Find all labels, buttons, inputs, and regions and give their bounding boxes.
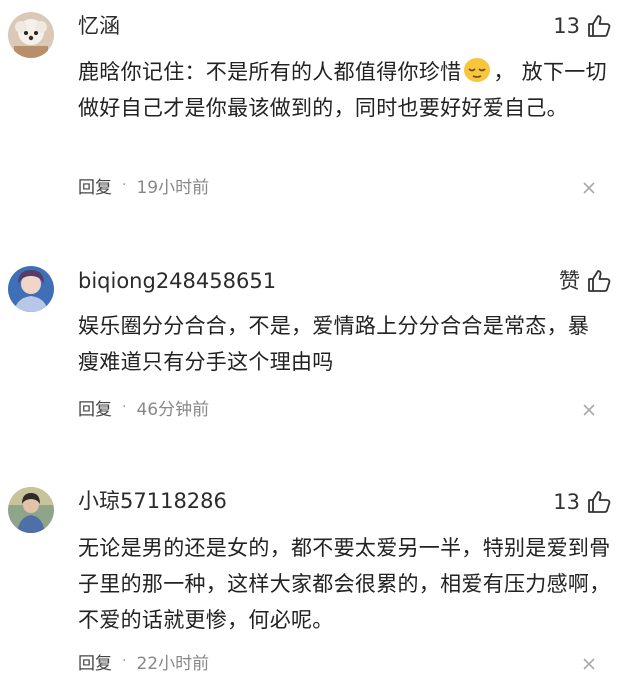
thumbs-up-icon [586,489,612,515]
comment-footer: 回复 · 22小时前 [78,649,210,674]
avatar[interactable] [8,487,54,533]
thumbs-up-icon [586,268,612,294]
like-button[interactable]: 13 [553,11,612,41]
thumbs-up-icon [586,13,612,39]
username[interactable]: biqiong248458651 [78,267,276,295]
like-button[interactable]: 13 [553,487,612,517]
like-button[interactable]: 赞 [559,266,612,296]
close-icon[interactable] [582,657,596,671]
comment-footer: 回复 · 46分钟前 [78,395,210,420]
comment-text: 鹿晗你记住：不是所有的人都值得你珍惜 ， 放下一切做好自己才是你最该做到的，同时… [78,54,618,126]
like-count: 13 [553,14,580,38]
comment-footer: 回复 · 19小时前 [78,173,210,198]
separator-dot: · [122,653,127,669]
comment-text: 无论是男的还是女的，都不要太爱另一半，特别是爱到骨子里的那一种，这样大家都会很累… [78,536,611,632]
close-icon[interactable] [582,403,596,417]
reply-button[interactable]: 回复 [78,173,112,198]
username[interactable]: 小琼57118286 [78,487,227,515]
timestamp: 46分钟前 [136,399,210,420]
timestamp: 19小时前 [136,177,210,198]
close-icon[interactable] [582,181,596,195]
like-count: 13 [553,490,580,514]
separator-dot: · [122,177,127,193]
username[interactable]: 忆涵 [78,12,120,40]
timestamp: 22小时前 [136,653,210,674]
avatar[interactable] [8,266,54,312]
reply-button[interactable]: 回复 [78,649,112,674]
like-count: 赞 [559,269,580,293]
comment-text-part: 鹿晗你记住：不是所有的人都值得你珍惜 [78,60,462,84]
comment-text: 娱乐圈分分合合，不是，爱情路上分分合合是常态，暴瘦难道只有分手这个理由吗 [78,314,590,374]
separator-dot: · [122,399,127,415]
reply-button[interactable]: 回复 [78,395,112,420]
avatar[interactable] [8,12,54,58]
relieved-face-emoji-icon [463,57,491,83]
